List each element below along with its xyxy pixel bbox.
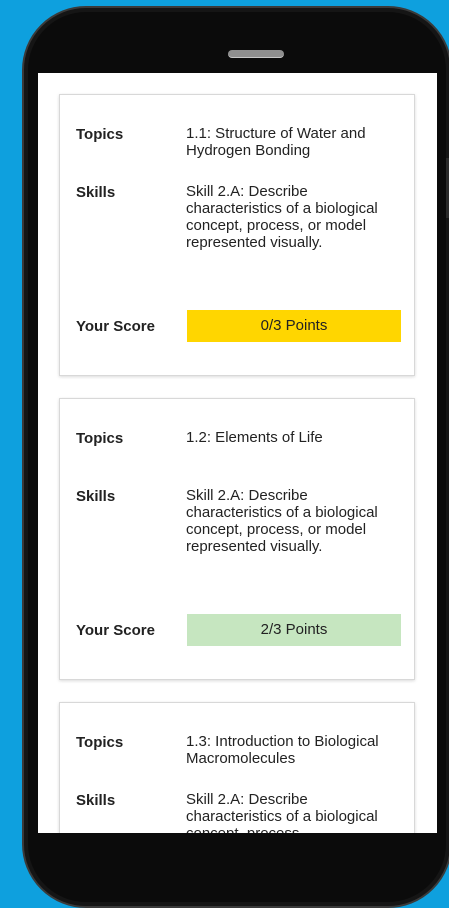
skills-value: Skill 2.A: Describe characteristics of a… (186, 487, 378, 555)
phone-screen: Topics 1.1: Structure of Water and Hydro… (38, 73, 437, 833)
topics-value: 1.3: Introduction to Biological Macromol… (186, 733, 379, 767)
topics-value: 1.2: Elements of Life (186, 429, 323, 446)
score-label: Your Score (76, 318, 155, 335)
topics-label: Topics (76, 430, 124, 447)
skills-value: Skill 2.A: Describe characteristics of a… (186, 791, 378, 833)
topic-card-2: Topics 1.2: Elements of Life Skills Skil… (59, 398, 415, 680)
topics-label: Topics (76, 126, 124, 143)
skills-value: Skill 2.A: Describe characteristics of a… (186, 183, 378, 251)
topic-card-3: Topics 1.3: Introduction to Biological M… (59, 702, 415, 833)
score-badge: 0/3 Points (187, 310, 401, 342)
score-label: Your Score (76, 622, 155, 639)
topic-card-1: Topics 1.1: Structure of Water and Hydro… (59, 94, 415, 376)
skills-label: Skills (76, 184, 116, 201)
topics-label: Topics (76, 734, 124, 751)
score-badge: 2/3 Points (187, 614, 401, 646)
skills-label: Skills (76, 792, 116, 809)
skills-label: Skills (76, 488, 116, 505)
topics-value: 1.1: Structure of Water and Hydrogen Bon… (186, 125, 366, 159)
speaker-grille (228, 50, 284, 58)
